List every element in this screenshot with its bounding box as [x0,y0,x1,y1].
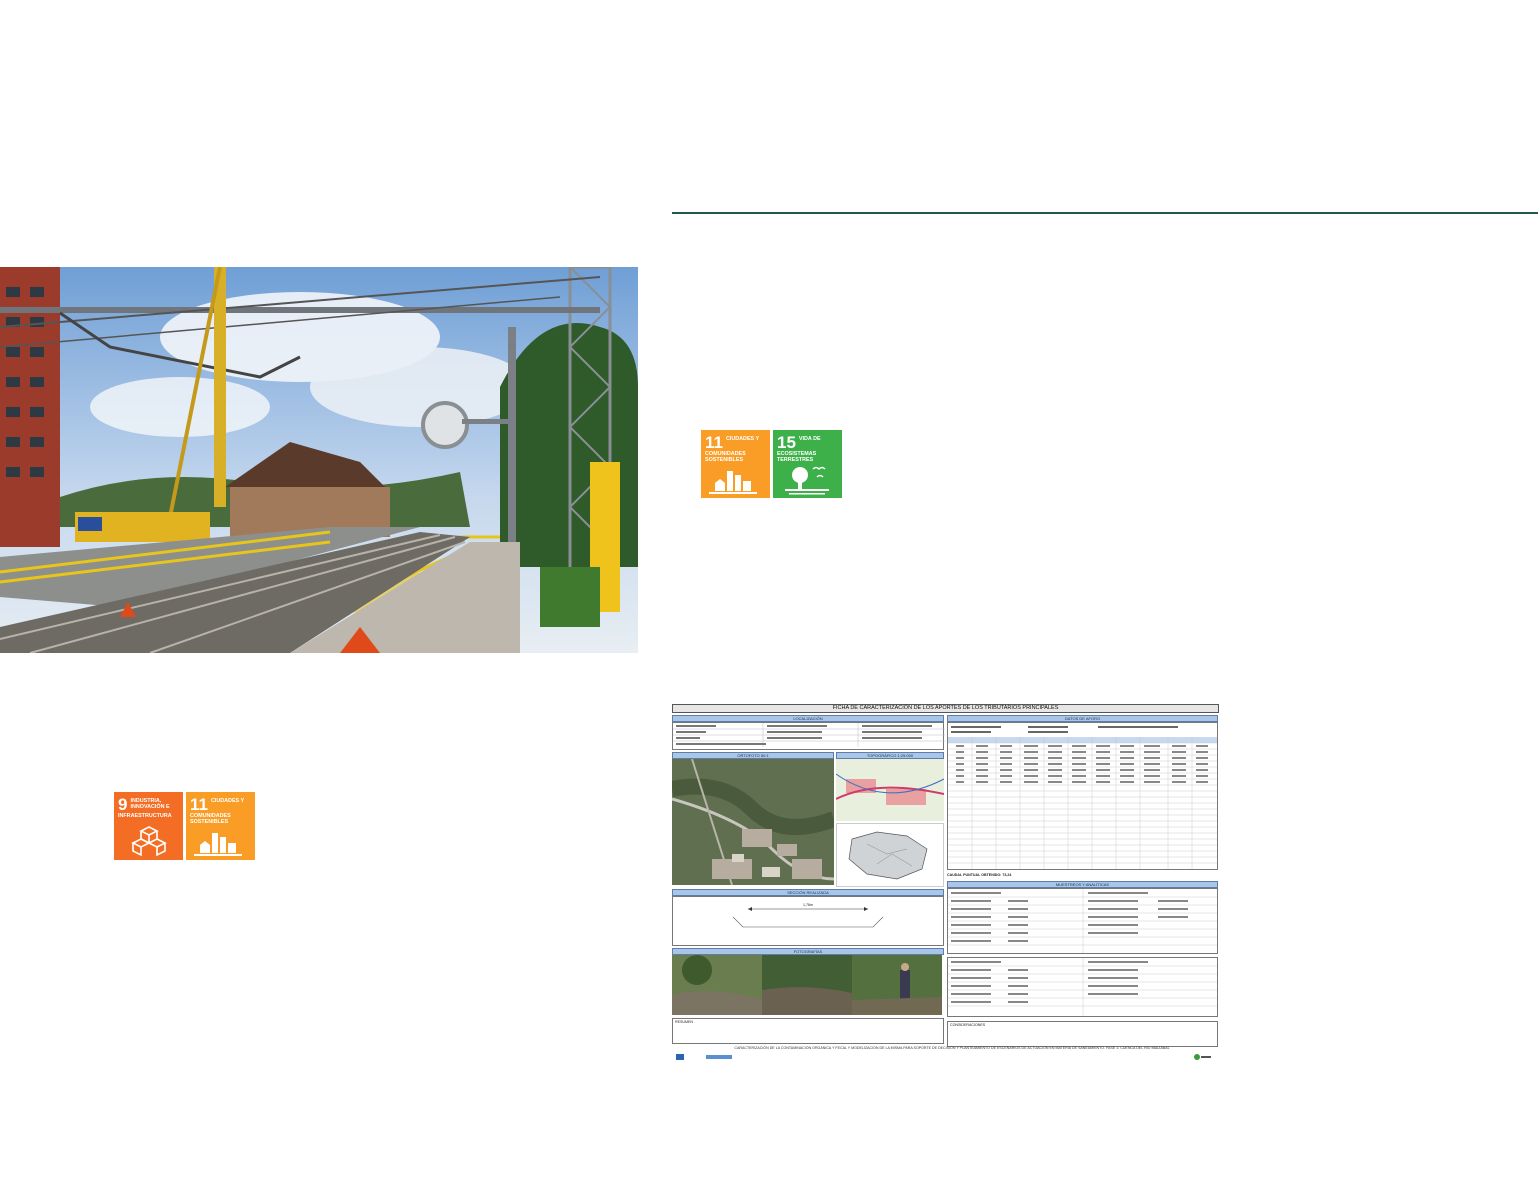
sdg-15-badge: 15 Vida de ecosistemas terrestres [773,430,842,498]
section-header: SECCIÓN REALIZADA [672,889,944,896]
gauging-header: DATOS DE AFORO [947,715,1218,722]
orthophoto-map [672,759,834,885]
agency-logo [1194,1054,1211,1060]
tree-icon [785,466,829,495]
location-header: LOCALIZACIÓN [672,715,944,722]
topographic-header: TOPOGRÁFICO 1:25.000 [836,752,944,759]
flow-result: CAUDAL PUNTUAL OBTENIDO: 73,24 [947,873,1012,877]
gauging-panel: DATOS DE AFORO CAUDAL PUNTUAL OBTENIDO: … [947,715,1218,1048]
gauging-table [947,722,1218,870]
sample-1-table [947,888,1218,955]
sdg-number: 11 [190,795,208,814]
tributary-data-sheet: FICHA DE CARACTERIZACIÓN DE LOS APORTES … [672,704,1219,1064]
sdg-9-badge: 9 Industria, innovación e infraestructur… [114,792,183,860]
summary-box: RESUMEN [672,1018,944,1044]
city-icon [709,471,757,494]
sdg-number: 11 [705,433,723,452]
site-photos [672,955,944,1015]
location-panel: LOCALIZACIÓN ORTOFOTO 50:1 TOPOGRÁFICO 1… [672,715,945,1044]
institution-logos [676,1054,732,1060]
section-divider [672,212,1538,214]
summary-label: RESUMEN [675,1020,693,1024]
section-drawing: 1,78m [672,896,944,946]
sdg-number: 9 [118,795,128,814]
section-width-label: 1,78m [803,903,813,907]
orthophoto-header: ORTOFOTO 50:1 [672,752,834,759]
sdg-11-badge: 11 Ciudades y comunidades sostenibles [701,430,770,498]
photos-header: FOTOGRAFÍAS [672,948,944,955]
basin-map [836,823,944,887]
considerations-box: CONSIDERACIONES [947,1021,1218,1048]
sampling-header: MUESTREOS Y ANALÍTICAS [947,881,1218,889]
city-icon [194,833,242,856]
considerations-label: CONSIDERACIONES [950,1023,986,1028]
cubes-icon [131,826,167,857]
topographic-map [836,759,944,821]
railway-construction-photo [0,267,638,653]
location-table [672,722,945,750]
sample-2-table [947,957,1218,1018]
sdg-11-badge: 11 Ciudades y comunidades sostenibles [186,792,255,860]
sdg-number: 15 [777,433,796,452]
sheet-footer: CARACTERIZACIÓN DE LA CONTAMINACIÓN ORGÁ… [734,1046,1170,1050]
sheet-title: FICHA DE CARACTERIZACIÓN DE LOS APORTES … [672,704,1219,713]
